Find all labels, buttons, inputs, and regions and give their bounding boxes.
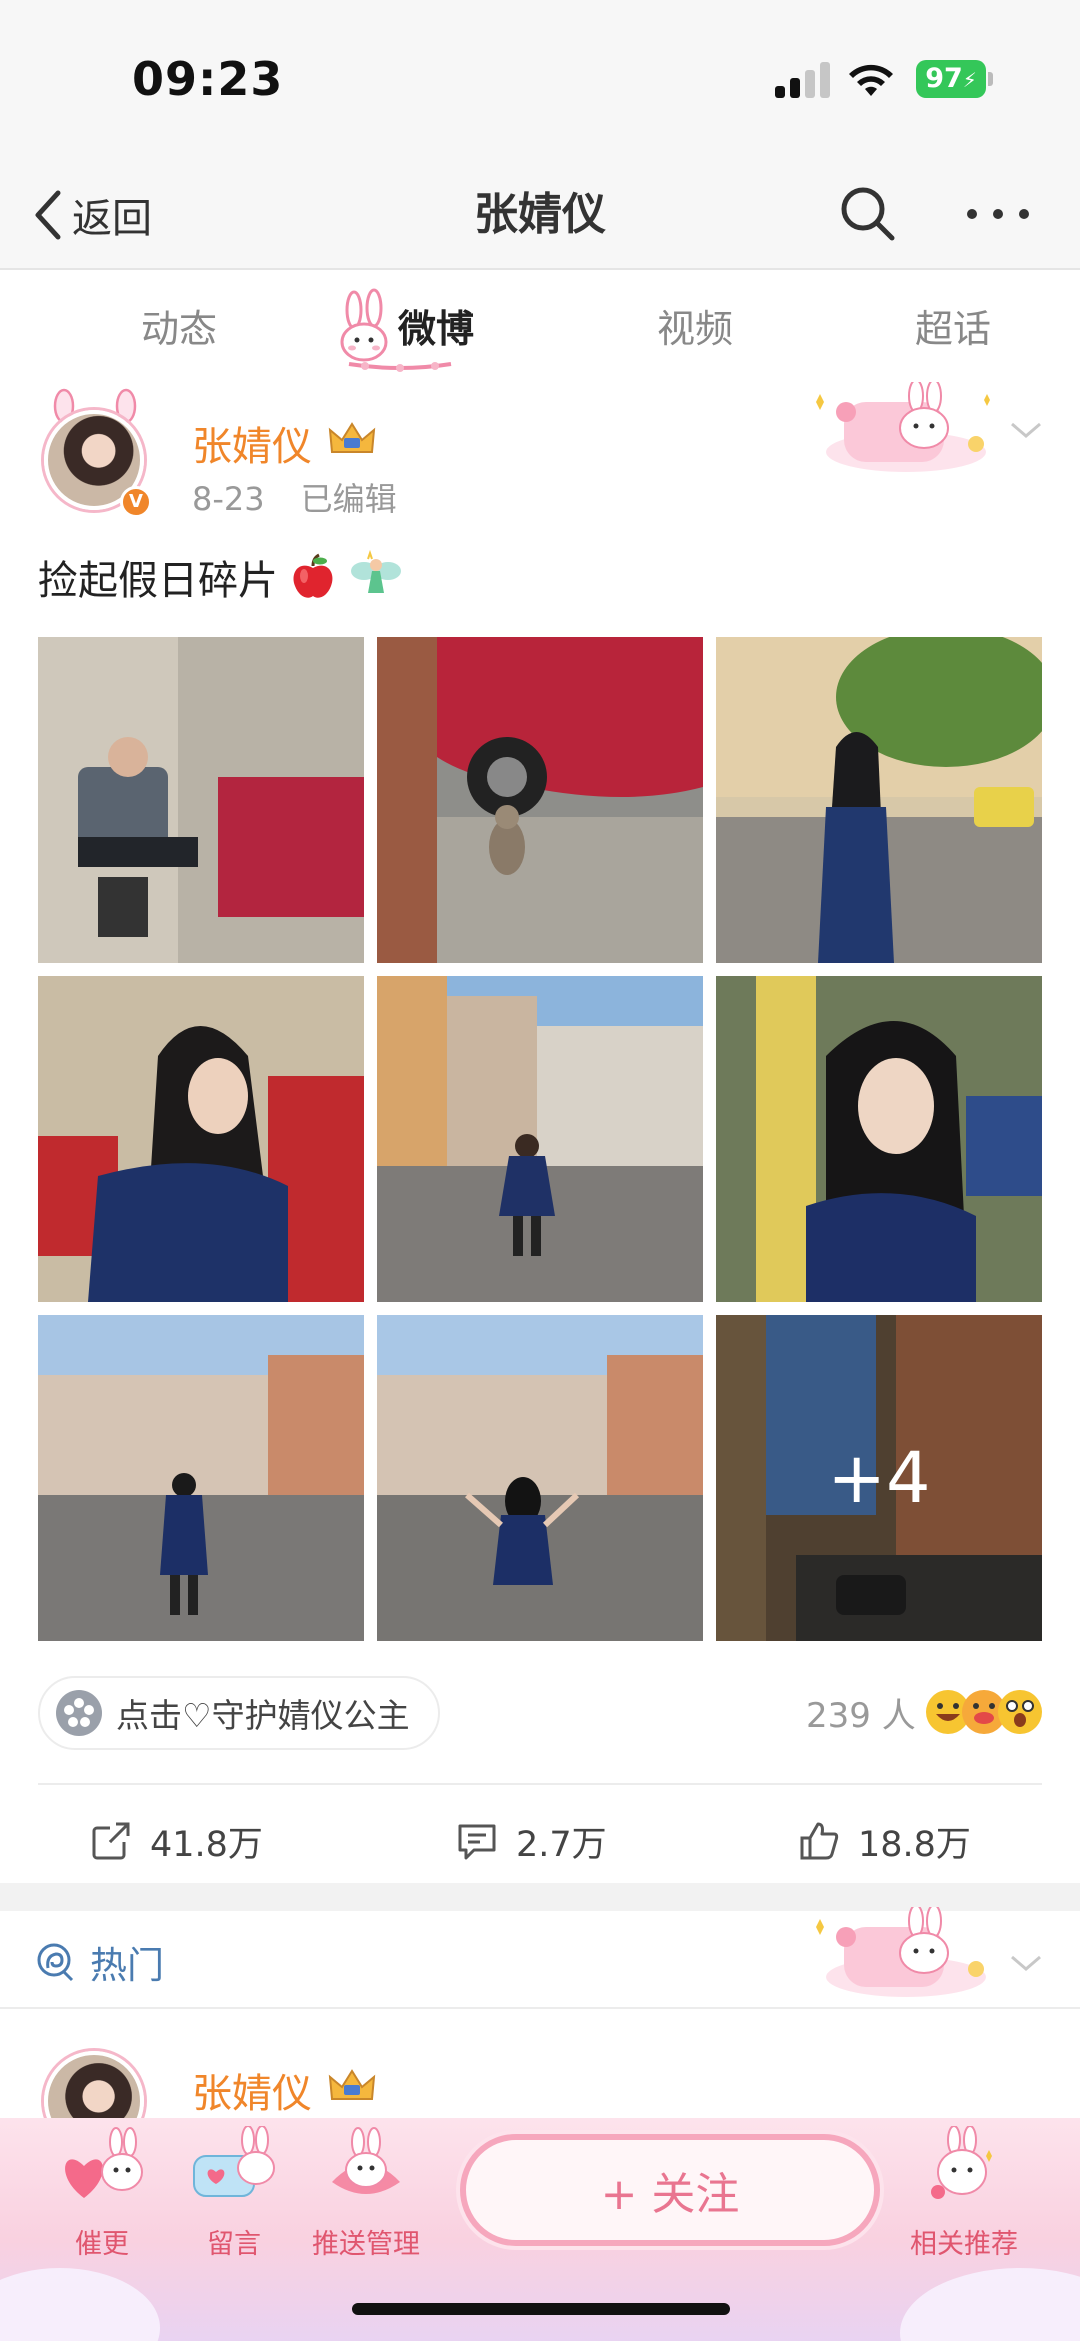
related-recommend-button[interactable]: 相关推荐 (904, 2125, 1024, 2261)
chevron-down-icon[interactable] (1008, 418, 1044, 442)
search-icon[interactable] (836, 182, 900, 246)
more-icon[interactable] (960, 182, 1036, 246)
comment-button[interactable]: 2.7万 (456, 1813, 607, 1869)
author-avatar[interactable]: V (32, 388, 156, 522)
author-name[interactable]: 张婧仪 (192, 2061, 312, 2119)
photo-thumbnail[interactable] (38, 976, 364, 1302)
like-count: 18.8万 (858, 1824, 971, 1865)
push-bunny-icon (332, 2127, 400, 2194)
post-date: 8-23 (192, 480, 265, 518)
wifi-icon (849, 64, 893, 96)
repost-icon (92, 1822, 130, 1860)
like-button[interactable]: 18.8万 (798, 1813, 971, 1869)
author-name[interactable]: 张婧仪 (192, 414, 312, 472)
comment-icon (458, 1824, 496, 1860)
message-bunny-icon (193, 2125, 275, 2197)
home-indicator[interactable] (352, 2303, 730, 2315)
message-label: 留言 (207, 2229, 261, 2260)
signal-icon (775, 62, 831, 98)
photo-thumbnail[interactable] (377, 976, 703, 1302)
photo-thumbnail[interactable] (38, 637, 364, 963)
guard-label: 点击♡守护婧仪公主 (116, 1696, 410, 1735)
status-bar: 09:23 97⚡ (0, 0, 1080, 160)
bunny-decoration-icon[interactable] (806, 1907, 1006, 2001)
guard-count: 239 人 (806, 1696, 916, 1736)
repost-button[interactable]: 41.8万 (90, 1813, 263, 1869)
message-button[interactable]: 留言 (174, 2125, 294, 2261)
apple-icon (293, 553, 333, 598)
post-meta: 8-23 已编辑 (192, 474, 397, 520)
post-text-content: 捡起假日碎片 (38, 558, 278, 604)
tab-weibo[interactable]: 微博 (398, 298, 474, 353)
post-text: 捡起假日碎片 (38, 548, 404, 606)
photo-thumbnail[interactable] (38, 1315, 364, 1641)
emoji-reactions-icon (926, 1690, 1042, 1734)
heart-bunny-icon (65, 2127, 143, 2198)
chevron-down-icon[interactable] (1008, 1951, 1044, 1975)
fairy-icon (351, 549, 401, 593)
post-edited: 已编辑 (300, 480, 397, 518)
flower-icon (56, 1690, 102, 1736)
battery-cap (988, 72, 993, 86)
hot-section-header: 热门 (0, 1907, 1080, 2009)
follow-button[interactable]: + 关注 (460, 2134, 880, 2246)
profile-tabs: 动态 微博 视频 超话 (0, 272, 1080, 382)
photo-thumbnail[interactable] (377, 637, 703, 963)
urge-update-label: 催更 (75, 2229, 129, 2260)
tab-video[interactable]: 视频 (657, 298, 733, 353)
repost-count: 41.8万 (150, 1824, 263, 1865)
comment-count: 2.7万 (516, 1824, 607, 1865)
hot-icon (37, 1943, 74, 1982)
nav-bar: 返回 张婧仪 (0, 160, 1080, 270)
hot-post-preview[interactable]: 张婧仪 (0, 2011, 1080, 2151)
push-settings-button[interactable]: 推送管理 (306, 2126, 426, 2261)
verified-badge-icon: V (120, 486, 152, 518)
page-title: 张婧仪 (474, 189, 606, 240)
guard-button[interactable]: 点击♡守护婧仪公主 (38, 1676, 440, 1750)
tab-super-topic[interactable]: 超话 (915, 298, 991, 353)
crown-badge-icon (328, 422, 376, 453)
crown-badge-icon (328, 2069, 376, 2100)
photo-thumbnail[interactable] (377, 1315, 703, 1641)
hot-label[interactable]: 热门 (36, 1935, 164, 1989)
photo-thumbnail[interactable]: +4 (716, 1315, 1042, 1641)
action-bar: 41.8万 2.7万 18.8万 (38, 1783, 1042, 1893)
battery-level: 97 (925, 63, 963, 94)
more-photos-count: +4 (716, 1315, 1042, 1641)
hot-label-text: 热门 (90, 1944, 164, 1987)
cloud-decoration (900, 2268, 1080, 2341)
related-recommend-label: 相关推荐 (910, 2229, 1018, 2260)
thumbs-up-icon (800, 1822, 839, 1860)
push-settings-label: 推送管理 (312, 2229, 420, 2260)
bunny-decoration-icon[interactable] (806, 382, 1006, 476)
photo-thumbnail[interactable] (716, 637, 1042, 963)
cloud-decoration (0, 2268, 160, 2341)
status-time: 09:23 (132, 52, 284, 106)
tab-active-indicator (348, 362, 452, 372)
photo-grid: +4 (38, 637, 1042, 1641)
urge-update-button[interactable]: 催更 (42, 2126, 162, 2261)
tab-dynamics[interactable]: 动态 (141, 298, 217, 353)
recommend-bunny-icon (931, 2125, 992, 2199)
photo-thumbnail[interactable] (716, 976, 1042, 1302)
battery-icon: 97⚡ (916, 60, 986, 98)
